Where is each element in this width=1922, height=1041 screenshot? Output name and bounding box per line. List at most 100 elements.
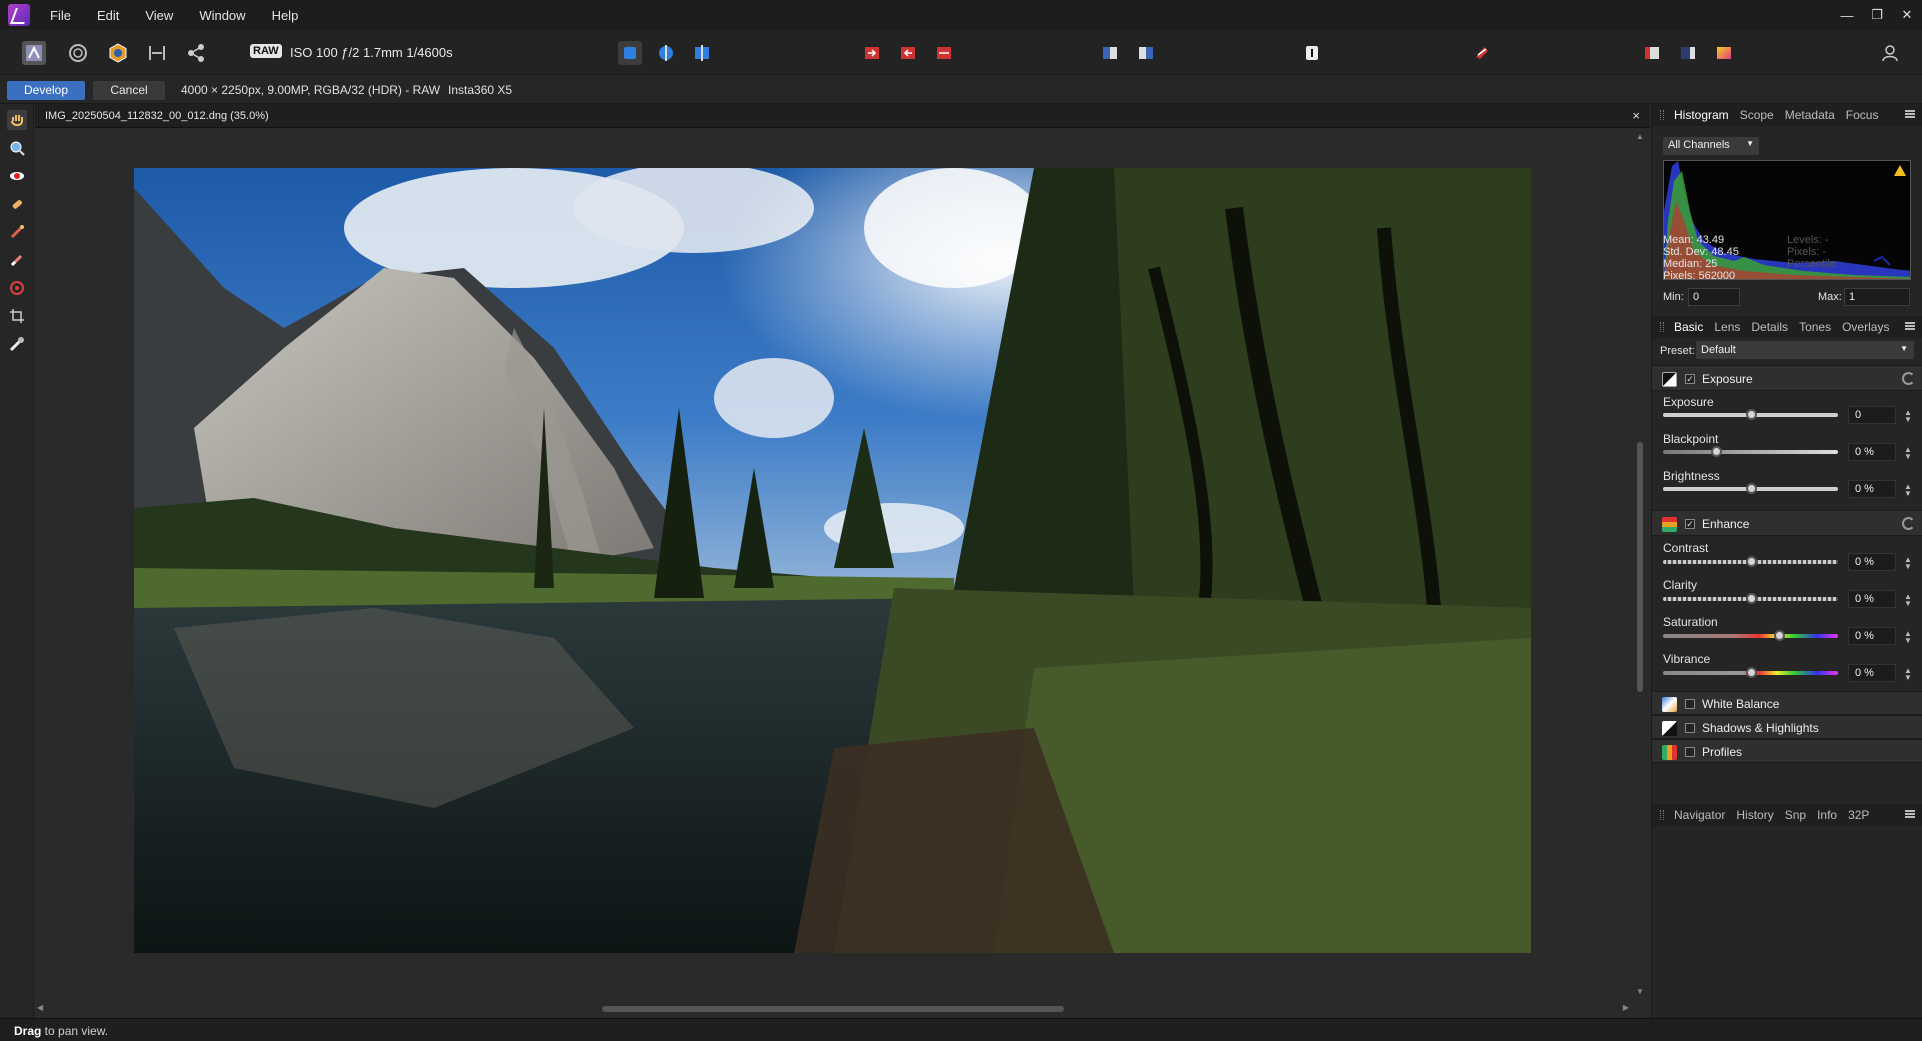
liquify-persona-icon[interactable] bbox=[66, 41, 90, 65]
stepper-icon[interactable]: ▲ ▼ bbox=[1904, 556, 1912, 571]
shadows-highlights-checkbox[interactable] bbox=[1685, 723, 1695, 733]
shadows-highlights-section-header[interactable]: Shadows & Highlights bbox=[1652, 715, 1922, 739]
menu-window[interactable]: Window bbox=[199, 8, 245, 23]
slider-knob[interactable] bbox=[1745, 556, 1757, 567]
overlay-paint-tool-icon[interactable] bbox=[7, 222, 27, 242]
scroll-down-icon[interactable]: ▼ bbox=[1636, 987, 1644, 996]
white-balance-checkbox[interactable] bbox=[1685, 699, 1695, 709]
panel-grip-icon[interactable] bbox=[1660, 810, 1664, 820]
overlay-gradient-tool-icon[interactable] bbox=[7, 278, 27, 298]
reset-icon[interactable] bbox=[1902, 372, 1915, 385]
preset-select[interactable]: Default ▼ bbox=[1696, 341, 1914, 359]
slider-track[interactable] bbox=[1663, 483, 1838, 494]
studio-colors-icon[interactable] bbox=[1712, 41, 1736, 65]
slider-knob[interactable] bbox=[1745, 593, 1757, 604]
profiles-section-header[interactable]: Profiles bbox=[1652, 739, 1922, 763]
exposure-checkbox[interactable]: ✓ bbox=[1685, 374, 1695, 384]
menu-file[interactable]: File bbox=[50, 8, 71, 23]
clipping-shadows-icon[interactable] bbox=[896, 41, 920, 65]
tab-focus[interactable]: Focus bbox=[1846, 108, 1879, 122]
minimize-icon[interactable]: — bbox=[1832, 0, 1862, 30]
cancel-button[interactable]: Cancel bbox=[93, 81, 165, 100]
enhance-section-header[interactable]: ✓ Enhance bbox=[1652, 510, 1922, 536]
photo-canvas[interactable] bbox=[134, 168, 1531, 953]
close-icon[interactable]: ✕ bbox=[1892, 0, 1922, 30]
tab-snapshots[interactable]: Snp bbox=[1785, 808, 1806, 822]
slider-track[interactable] bbox=[1663, 593, 1838, 604]
tone-mapping-persona-icon[interactable] bbox=[145, 41, 169, 65]
view-split-icon[interactable] bbox=[654, 41, 678, 65]
scroll-left-icon[interactable]: ◀ bbox=[37, 1003, 43, 1012]
reset-icon[interactable] bbox=[1902, 517, 1915, 530]
assistant-info-icon[interactable] bbox=[1300, 41, 1324, 65]
slider-value[interactable]: 0 % bbox=[1848, 443, 1896, 461]
tab-32p[interactable]: 32P bbox=[1848, 808, 1869, 822]
slider-track[interactable] bbox=[1663, 446, 1838, 457]
horizontal-scrollbar[interactable]: ◀ ▶ bbox=[35, 1003, 1635, 1014]
stepper-icon[interactable]: ▲ ▼ bbox=[1904, 446, 1912, 461]
slider-value[interactable]: 0 % bbox=[1848, 627, 1896, 645]
red-eye-tool-icon[interactable] bbox=[7, 166, 27, 186]
panel-grip-icon[interactable] bbox=[1660, 110, 1664, 120]
studio-left-icon[interactable] bbox=[1640, 41, 1664, 65]
white-balance-section-header[interactable]: White Balance bbox=[1652, 691, 1922, 715]
profiles-checkbox[interactable] bbox=[1685, 747, 1695, 757]
close-document-icon[interactable]: × bbox=[1632, 108, 1640, 123]
horizontal-scroll-thumb[interactable] bbox=[602, 1006, 1064, 1012]
stepper-icon[interactable]: ▲ ▼ bbox=[1904, 630, 1912, 645]
tab-tones[interactable]: Tones bbox=[1799, 320, 1831, 334]
stepper-icon[interactable]: ▲ ▼ bbox=[1904, 409, 1912, 424]
panel-menu-icon[interactable] bbox=[1905, 110, 1915, 118]
overlay-erase-tool-icon[interactable] bbox=[7, 250, 27, 270]
clipping-tones-icon[interactable] bbox=[932, 41, 956, 65]
slider-value[interactable]: 0 % bbox=[1848, 553, 1896, 571]
tab-details[interactable]: Details bbox=[1751, 320, 1788, 334]
tab-basic[interactable]: Basic bbox=[1674, 320, 1703, 334]
channel-select[interactable]: All Channels ▼ bbox=[1663, 137, 1759, 155]
tab-histogram[interactable]: Histogram bbox=[1674, 108, 1729, 122]
tab-lens[interactable]: Lens bbox=[1714, 320, 1740, 334]
slider-knob[interactable] bbox=[1745, 483, 1757, 494]
slider-track[interactable] bbox=[1663, 630, 1838, 641]
menu-edit[interactable]: Edit bbox=[97, 8, 119, 23]
restore-icon[interactable]: ❐ bbox=[1862, 0, 1892, 30]
slider-value[interactable]: 0 % bbox=[1848, 480, 1896, 498]
menu-help[interactable]: Help bbox=[272, 8, 299, 23]
scroll-up-icon[interactable]: ▲ bbox=[1636, 132, 1644, 141]
stepper-icon[interactable]: ▲ ▼ bbox=[1904, 667, 1912, 682]
develop-persona-icon[interactable] bbox=[106, 41, 130, 65]
stepper-icon[interactable]: ▲ ▼ bbox=[1904, 483, 1912, 498]
slider-track[interactable] bbox=[1663, 667, 1838, 678]
menu-view[interactable]: View bbox=[145, 8, 173, 23]
scroll-right-icon[interactable]: ▶ bbox=[1623, 1003, 1629, 1012]
panel-menu-icon[interactable] bbox=[1905, 322, 1915, 330]
slider-knob[interactable] bbox=[1745, 409, 1757, 420]
blemish-tool-icon[interactable] bbox=[7, 194, 27, 214]
document-tab[interactable]: IMG_20250504_112832_00_012.dng (35.0%) × bbox=[35, 104, 1650, 128]
studio-right-icon[interactable] bbox=[1676, 41, 1700, 65]
slider-value[interactable]: 0 % bbox=[1848, 590, 1896, 608]
tab-metadata[interactable]: Metadata bbox=[1785, 108, 1835, 122]
exposure-section-header[interactable]: ✓ Exposure bbox=[1652, 365, 1922, 391]
slider-track[interactable] bbox=[1663, 556, 1838, 567]
slider-track[interactable] bbox=[1663, 409, 1838, 420]
enhance-checkbox[interactable]: ✓ bbox=[1685, 519, 1695, 529]
hand-tool-icon[interactable] bbox=[7, 110, 27, 130]
account-icon[interactable] bbox=[1878, 41, 1902, 65]
tab-history[interactable]: History bbox=[1736, 808, 1773, 822]
vertical-scroll-thumb[interactable] bbox=[1637, 442, 1643, 692]
assistant-right-icon[interactable] bbox=[1134, 41, 1158, 65]
photo-persona-icon[interactable] bbox=[22, 41, 46, 65]
clipping-highlights-icon[interactable] bbox=[860, 41, 884, 65]
view-mirror-icon[interactable] bbox=[690, 41, 714, 65]
tab-scope[interactable]: Scope bbox=[1740, 108, 1774, 122]
view-single-icon[interactable] bbox=[618, 41, 642, 65]
zoom-tool-icon[interactable] bbox=[7, 138, 27, 158]
max-field[interactable]: 1 bbox=[1844, 288, 1910, 306]
warning-icon[interactable] bbox=[1894, 165, 1906, 176]
vertical-scrollbar[interactable]: ▲ ▼ bbox=[1636, 132, 1644, 996]
panel-menu-icon[interactable] bbox=[1905, 810, 1915, 818]
min-field[interactable]: 0 bbox=[1688, 288, 1740, 306]
tab-info[interactable]: Info bbox=[1817, 808, 1837, 822]
slider-knob[interactable] bbox=[1773, 630, 1785, 641]
